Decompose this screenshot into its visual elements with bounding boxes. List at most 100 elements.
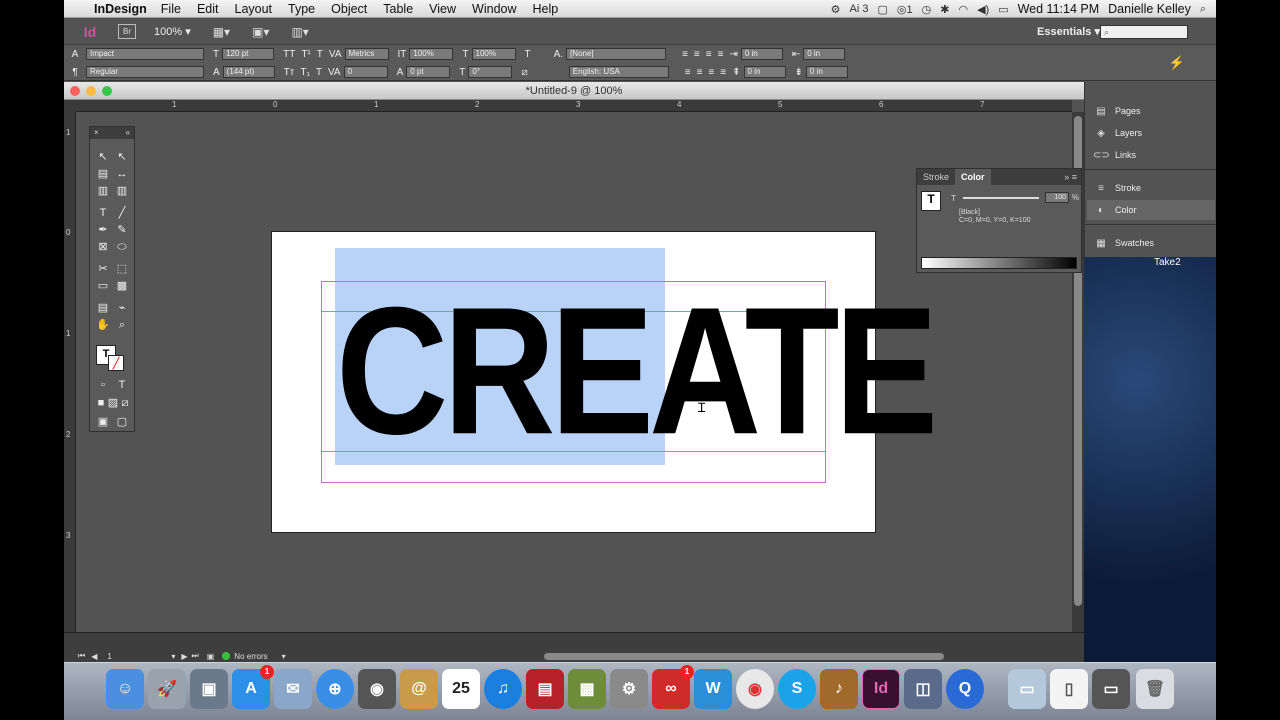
menu-file[interactable]: File <box>161 2 181 16</box>
gap-tool-icon[interactable]: ↔ <box>114 166 130 182</box>
app-menu[interactable]: InDesign <box>94 2 147 16</box>
dock-photobooth-icon[interactable]: ▤ <box>526 669 564 709</box>
dock-document-icon[interactable]: ▯ <box>1050 669 1088 709</box>
dock-garageband-icon[interactable]: ♪ <box>820 669 858 709</box>
stroke-swatch-icon[interactable]: ╱ <box>108 355 124 371</box>
panel-stroke[interactable]: ≡ Stroke <box>1087 178 1215 198</box>
normal-mode-icon[interactable]: ▣ <box>95 414 111 430</box>
dock-launchpad-icon[interactable]: 🚀 <box>148 669 186 709</box>
arrange-documents-icon[interactable]: ▥▾ <box>291 25 308 39</box>
help-search-input[interactable]: ⌕ <box>1100 24 1188 39</box>
user-name[interactable]: Danielle Kelley <box>1108 2 1191 16</box>
hand-tool-icon[interactable]: ✋ <box>95 317 111 333</box>
clock[interactable]: Wed 11:14 PM <box>1018 2 1100 16</box>
zoom-window-button[interactable] <box>102 86 112 96</box>
dock-image-capture-icon[interactable]: ◫ <box>904 669 942 709</box>
battery-icon[interactable]: ▭ <box>998 3 1008 16</box>
dock-skype-icon[interactable]: S <box>778 669 816 709</box>
pen-tool-icon[interactable]: ✒ <box>95 222 111 238</box>
wifi-icon[interactable]: ◠ <box>958 3 968 16</box>
dock-facetime-icon[interactable]: ◉ <box>358 669 396 709</box>
vertical-ruler[interactable]: 1 0 1 2 3 <box>64 112 76 632</box>
page-number-field[interactable]: 1 <box>107 652 167 661</box>
dock-system-preferences-icon[interactable]: ⚙ <box>610 669 648 709</box>
left-indent-field[interactable]: 0 in <box>740 48 783 60</box>
free-transform-tool-icon[interactable]: ⬚ <box>114 261 130 277</box>
dock-iphoto-icon[interactable]: ▩ <box>568 669 606 709</box>
tint-value-field[interactable]: 100 <box>1045 192 1069 203</box>
line-tool-icon[interactable]: ╱ <box>114 205 130 221</box>
character-mode-icon[interactable]: A <box>64 49 86 60</box>
rectangle-frame-tool-icon[interactable]: ⊠ <box>95 239 111 255</box>
panel-links[interactable]: ⊂⊃ Links <box>1087 145 1215 165</box>
gradient-feather-tool-icon[interactable]: ▩ <box>114 278 130 294</box>
dock-word-icon[interactable]: W <box>694 669 732 709</box>
bluetooth-icon[interactable]: ✱ <box>940 3 949 16</box>
dock-creative-cloud-icon[interactable]: ∞ 1 <box>652 665 694 709</box>
menu-help[interactable]: Help <box>533 2 559 16</box>
note-tool-icon[interactable]: ▤ <box>95 300 111 316</box>
dock-indesign-icon[interactable]: Id <box>862 669 900 709</box>
tab-color[interactable]: Color <box>955 169 991 185</box>
dock-safari-icon[interactable]: ⊕ <box>316 669 354 709</box>
dock-quicktime-icon[interactable]: Q <box>946 669 984 709</box>
tab-stroke[interactable]: Stroke <box>917 169 955 185</box>
all-caps-icon[interactable]: TT <box>283 49 295 60</box>
font-size-field[interactable]: 120 pt <box>222 48 275 60</box>
apply-none-icon[interactable]: ⧄ <box>117 395 133 411</box>
menu-window[interactable]: Window <box>472 2 516 16</box>
underline-icon[interactable]: T <box>317 49 323 60</box>
document-page[interactable]: CREATE Ɪ <box>271 231 938 533</box>
tracking-field[interactable]: 0 <box>343 66 388 78</box>
character-style-field[interactable]: [None] <box>566 48 667 60</box>
horizontal-scroll-thumb[interactable] <box>544 653 944 660</box>
tint-slider[interactable] <box>963 197 1039 199</box>
menu-edit[interactable]: Edit <box>197 2 219 16</box>
panel-swatches[interactable]: ▦ Swatches <box>1087 233 1215 253</box>
formatting-container-icon[interactable]: ▫ <box>95 377 111 393</box>
align-left-icon[interactable]: ≡ <box>682 49 688 60</box>
justify-all-icon[interactable]: ≡ <box>708 67 714 78</box>
dock-terminal-icon[interactable]: ▭ <box>1092 669 1130 709</box>
close-panel-icon[interactable]: × <box>94 127 99 139</box>
desktop-folder-label[interactable]: Take2 <box>1154 257 1181 268</box>
font-style-field[interactable]: Regular <box>86 66 204 78</box>
panel-color[interactable]: ◐ Color <box>1087 200 1215 220</box>
dock-mail-icon[interactable]: ✉ <box>274 669 312 709</box>
dock-downloads-icon[interactable]: ▭ <box>1008 669 1046 709</box>
eyedropper-tool-icon[interactable]: ⌁ <box>114 300 130 316</box>
strikethrough-icon[interactable]: T <box>316 67 322 78</box>
font-family-field[interactable]: Impact <box>86 48 204 60</box>
next-page-icon[interactable]: ▶ <box>181 652 187 661</box>
selection-tool-icon[interactable]: ↖ <box>95 149 111 165</box>
dock-contacts-icon[interactable]: @ <box>400 669 438 709</box>
close-window-button[interactable] <box>70 86 80 96</box>
dock-chrome-icon[interactable]: ◉ <box>736 669 774 709</box>
ellipse-tool-icon[interactable]: ⬭ <box>114 239 130 255</box>
volume-icon[interactable]: ◀) <box>977 3 989 16</box>
vertical-scale-field[interactable]: 100% <box>409 48 454 60</box>
panel-menu-icon[interactable]: » ≡ <box>1064 172 1077 182</box>
dock-trash-icon[interactable]: 🗑 <box>1136 669 1174 709</box>
baseline-shift-field[interactable]: 0 pt <box>406 66 451 78</box>
last-page-icon[interactable]: ⏭ <box>192 651 199 661</box>
pencil-tool-icon[interactable]: ✎ <box>114 222 130 238</box>
horizontal-ruler[interactable]: 1 0 1 2 3 4 5 6 7 <box>76 100 1072 112</box>
collapse-panel-icon[interactable]: « <box>126 127 130 139</box>
dock-calendar-icon[interactable]: 25 <box>442 669 480 709</box>
align-right-icon[interactable]: ≡ <box>706 49 712 60</box>
superscript-icon[interactable]: T¹ <box>301 49 310 60</box>
stroke-none-icon[interactable]: ⧄ <box>521 67 527 78</box>
screen-mode-icon[interactable]: ▣▾ <box>252 25 269 39</box>
space-after-field[interactable]: 0 in <box>805 66 848 78</box>
align-away-spine-icon[interactable]: ≡ <box>697 67 703 78</box>
kerning-field[interactable]: Metrics <box>344 48 389 60</box>
page-tool-icon[interactable]: ▤ <box>95 166 111 182</box>
color-ramp[interactable] <box>921 257 1077 269</box>
spotlight-icon[interactable]: ⌕ <box>1200 3 1206 16</box>
workspace-switcher[interactable]: Essentials ▾ <box>1037 25 1100 38</box>
menu-type[interactable]: Type <box>288 2 315 16</box>
preview-mode-icon[interactable]: ▢ <box>114 414 130 430</box>
dock-itunes-icon[interactable]: ♫ <box>484 669 522 709</box>
align-towards-spine-icon[interactable]: ≡ <box>685 67 691 78</box>
